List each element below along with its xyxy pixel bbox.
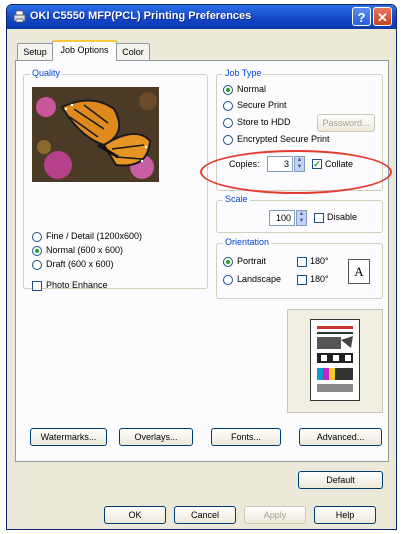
orientation-page-icon: A — [348, 259, 370, 284]
landscape-radio[interactable] — [223, 275, 233, 285]
tab-setup[interactable]: Setup — [17, 43, 53, 60]
portrait-radio[interactable] — [223, 257, 233, 267]
job-type-group: Job Type Normal Secure Print Store to HD… — [216, 68, 383, 191]
copies-label: Copies: — [229, 159, 260, 169]
job-type-encrypted-label: Encrypted Secure Print — [237, 134, 330, 144]
job-type-normal-label: Normal — [237, 84, 267, 94]
scale-disable-checkbox[interactable] — [314, 213, 324, 223]
scale-spinner[interactable]: ▲ ▼ — [296, 210, 307, 226]
window-title: OKI C5550 MFP(PCL) Printing Preferences — [30, 10, 252, 22]
orientation-label: Orientation — [223, 237, 272, 247]
orientation-group: Orientation Portrait 180° Landscape 180°… — [216, 237, 383, 299]
preview-content-icon — [317, 326, 353, 392]
fonts-button[interactable]: Fonts... — [211, 428, 281, 446]
quality-group: Quality Fine / Detail (1200x600) Normal … — [23, 68, 208, 291]
landscape-label: Landscape — [237, 274, 282, 284]
title-bar[interactable]: OKI C5550 MFP(PCL) Printing Preferences … — [7, 5, 396, 29]
quality-draft-label: Draft (600 x 600) — [46, 259, 114, 269]
quality-fine-label: Fine / Detail (1200x600) — [46, 231, 143, 241]
preview-page — [310, 319, 360, 401]
overlays-button[interactable]: Overlays... — [119, 428, 193, 446]
quality-draft-radio[interactable] — [32, 260, 42, 270]
portrait-rotate-checkbox[interactable] — [297, 257, 307, 267]
copies-spinner[interactable]: ▲ ▼ — [294, 156, 305, 172]
ok-button[interactable]: OK — [104, 506, 166, 524]
printing-preferences-window: OKI C5550 MFP(PCL) Printing Preferences … — [6, 4, 397, 530]
portrait-rotate-label: 180° — [310, 256, 329, 266]
title-close-button[interactable]: ✕ — [373, 7, 392, 26]
quality-normal-label: Normal (600 x 600) — [46, 245, 124, 255]
quality-fine-radio[interactable] — [32, 232, 42, 242]
job-type-secure-print-radio[interactable] — [223, 101, 233, 111]
help-button[interactable]: Help — [314, 506, 376, 524]
tab-job-options[interactable]: Job Options — [52, 40, 117, 61]
scale-group: Scale 100 ▲ ▼ Disable — [216, 194, 383, 233]
quality-label: Quality — [30, 68, 63, 78]
advanced-button[interactable]: Advanced... — [299, 428, 382, 446]
photo-enhance-label: Photo Enhance — [46, 280, 108, 290]
portrait-label: Portrait — [237, 256, 267, 266]
apply-button[interactable]: Apply — [244, 506, 306, 524]
butterfly-preview-image — [32, 87, 159, 182]
collate-label: Collate — [325, 159, 354, 169]
job-type-store-hdd-label: Store to HDD — [237, 117, 291, 127]
copies-input[interactable]: 3 — [267, 156, 293, 172]
job-type-store-hdd-radio[interactable] — [223, 118, 233, 128]
scale-label: Scale — [223, 194, 250, 204]
cancel-button[interactable]: Cancel — [174, 506, 236, 524]
photo-enhance-checkbox[interactable] — [32, 281, 42, 291]
title-help-button[interactable]: ? — [352, 7, 371, 26]
job-type-normal-radio[interactable] — [223, 85, 233, 95]
landscape-rotate-checkbox[interactable] — [297, 275, 307, 285]
default-button[interactable]: Default — [298, 471, 383, 489]
tab-color[interactable]: Color — [116, 43, 150, 60]
page-preview — [287, 309, 383, 413]
job-type-label: Job Type — [223, 68, 264, 78]
quality-normal-radio[interactable] — [32, 246, 42, 256]
printer-icon — [13, 10, 26, 23]
password-button[interactable]: Password... — [317, 114, 375, 132]
job-type-encrypted-radio[interactable] — [223, 135, 233, 145]
scale-disable-label: Disable — [327, 212, 358, 222]
watermarks-button[interactable]: Watermarks... — [30, 428, 107, 446]
scale-input[interactable]: 100 — [269, 210, 295, 226]
job-type-secure-print-label: Secure Print — [237, 100, 287, 110]
collate-checkbox[interactable]: ✓ — [312, 159, 322, 169]
job-options-panel: Quality Fine / Detail (1200x600) Normal … — [15, 60, 389, 462]
landscape-rotate-label: 180° — [310, 274, 329, 284]
